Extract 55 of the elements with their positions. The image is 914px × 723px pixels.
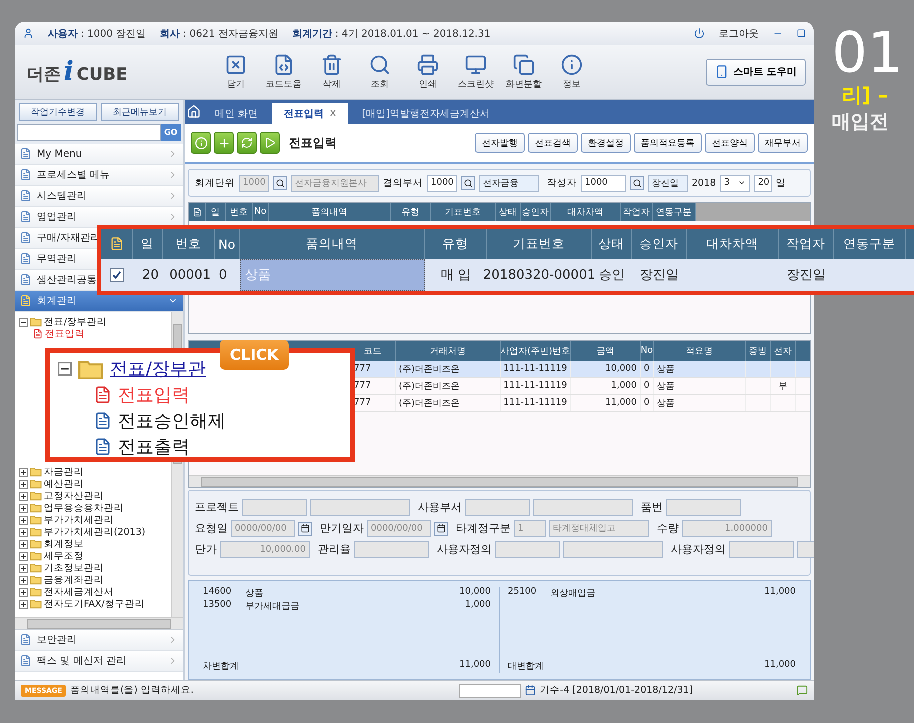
table-cell: 0 xyxy=(641,395,654,411)
table-cell: 111-11-11119 xyxy=(501,361,571,377)
total-line: 차변합계 11,000 xyxy=(203,660,491,673)
summary-line: 13500 부가세대급금 1,000 xyxy=(203,600,491,613)
field-label: 요청일 xyxy=(195,521,228,536)
table-cell-text: 매 입 xyxy=(440,267,472,285)
user-info: 사용자 : 1000 장진일 xyxy=(48,28,146,40)
field-label: 일 xyxy=(776,176,786,190)
table-cell: 10,000 xyxy=(571,361,641,377)
table-cell: 0 xyxy=(641,378,654,394)
field-label: 결의부서 xyxy=(383,176,423,190)
table-cell: 111-11-11119 xyxy=(501,378,571,394)
field-label: 단가 xyxy=(195,542,217,557)
table-cell: 부 xyxy=(771,378,796,394)
table-cell-text: 20 xyxy=(141,266,160,284)
table-cell: 상품 xyxy=(654,395,746,411)
table-cell-text: 장진일 xyxy=(786,267,827,285)
form-title: 전표입력 xyxy=(289,134,337,152)
table-cell: 11,000 xyxy=(571,395,641,411)
table-cell-text: 승인 xyxy=(598,267,626,285)
field-label: 타계정구분 xyxy=(456,521,511,536)
table-cell: 0 xyxy=(641,361,654,377)
field-label: 사용자정의 xyxy=(671,542,726,557)
field-label: 만기일자 xyxy=(320,521,364,536)
status-message: 품의내역를(을) 입력하세요. xyxy=(70,684,194,697)
caption-text: 리] – xyxy=(842,82,890,109)
period-info: 회계기간 : 4기 2018.01.01 ~ 2018.12.31 xyxy=(292,28,491,40)
table-cell: 1,000 xyxy=(571,378,641,394)
field-label: 관리율 xyxy=(318,542,351,557)
field-label: 품번 xyxy=(641,500,663,515)
table-cell-text: 장진일 xyxy=(639,267,680,285)
click-tooltip: CLICK xyxy=(220,340,289,370)
field-label: 사용부서 xyxy=(418,500,462,515)
table-cell: (주)더존비즈온 xyxy=(396,395,501,411)
summary-line: 25100 외상매입금 11,000 xyxy=(508,587,796,600)
total-line: 대변합계 11,000 xyxy=(508,660,796,673)
step-number: 01 xyxy=(832,26,904,82)
table-cell: (주)더존비즈온 xyxy=(396,361,501,377)
company-info: 회사 : 0621 전자금융지원 xyxy=(160,28,278,40)
table-cell: 상품 xyxy=(654,361,746,377)
table-cell-text: 00001 xyxy=(168,266,212,284)
period-text: 기수-4 [2018/01/01-2018/12/31] xyxy=(540,684,693,697)
table-cell: 111-11-11119 xyxy=(501,395,571,411)
caption-text: 매입전 xyxy=(832,110,890,135)
field-label: 회계단위 xyxy=(195,176,235,190)
app-logo: 더존 i CUBE xyxy=(27,57,129,87)
year-label: 2018 xyxy=(692,178,716,188)
table-cell-text: 0 xyxy=(218,266,228,284)
summary-line: 14600 상품 10,000 xyxy=(203,587,491,600)
field-label: 수량 xyxy=(657,521,679,536)
table-cell: 상품 xyxy=(654,378,746,394)
field-label: 작성자 xyxy=(547,176,577,190)
table-cell: (주)더존비즈온 xyxy=(396,378,501,394)
field-label: 프로젝트 xyxy=(195,500,239,515)
field-label: 사용자정의 xyxy=(437,542,492,557)
